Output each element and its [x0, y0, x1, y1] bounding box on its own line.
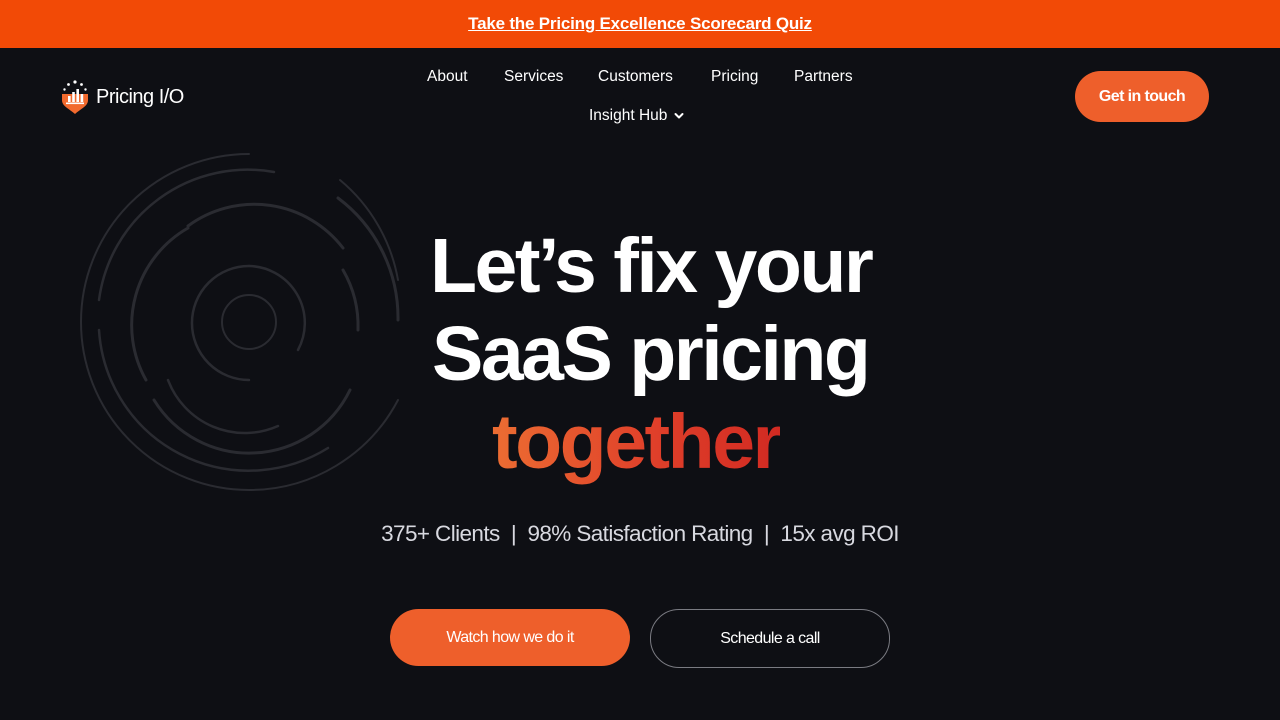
- hero-headline-line2: SaaS pricing: [432, 311, 871, 397]
- nav-partners[interactable]: Partners: [794, 68, 853, 86]
- nav-insight-hub-label: Insight Hub: [589, 107, 668, 124]
- nav-insight-hub[interactable]: Insight Hub: [589, 107, 684, 125]
- site-logo[interactable]: Pricing I/O: [60, 79, 184, 115]
- concentric-rings-graphic: [80, 153, 400, 492]
- schedule-call-button[interactable]: Schedule a call: [650, 609, 890, 668]
- hero-headline-line1: Let’s fix your: [430, 223, 874, 309]
- hero-stats: 375+ Clients | 98% Satisfaction Rating |…: [381, 521, 899, 546]
- chevron-down-icon: [674, 113, 684, 119]
- get-in-touch-button[interactable]: Get in touch: [1075, 71, 1209, 122]
- watch-how-we-do-it-button[interactable]: Watch how we do it: [390, 609, 630, 666]
- scorecard-quiz-link[interactable]: Take the Pricing Excellence Scorecard Qu…: [468, 14, 812, 34]
- nav-pricing[interactable]: Pricing: [711, 68, 758, 86]
- hero-headline-accent: together: [492, 399, 783, 485]
- nav-about[interactable]: About: [427, 68, 468, 86]
- promo-banner: Take the Pricing Excellence Scorecard Qu…: [0, 0, 1280, 48]
- pricing-io-logo-icon: [62, 80, 88, 114]
- logo-text: Pricing I/O: [96, 85, 184, 108]
- nav-customers[interactable]: Customers: [598, 68, 673, 86]
- nav-services[interactable]: Services: [504, 68, 563, 86]
